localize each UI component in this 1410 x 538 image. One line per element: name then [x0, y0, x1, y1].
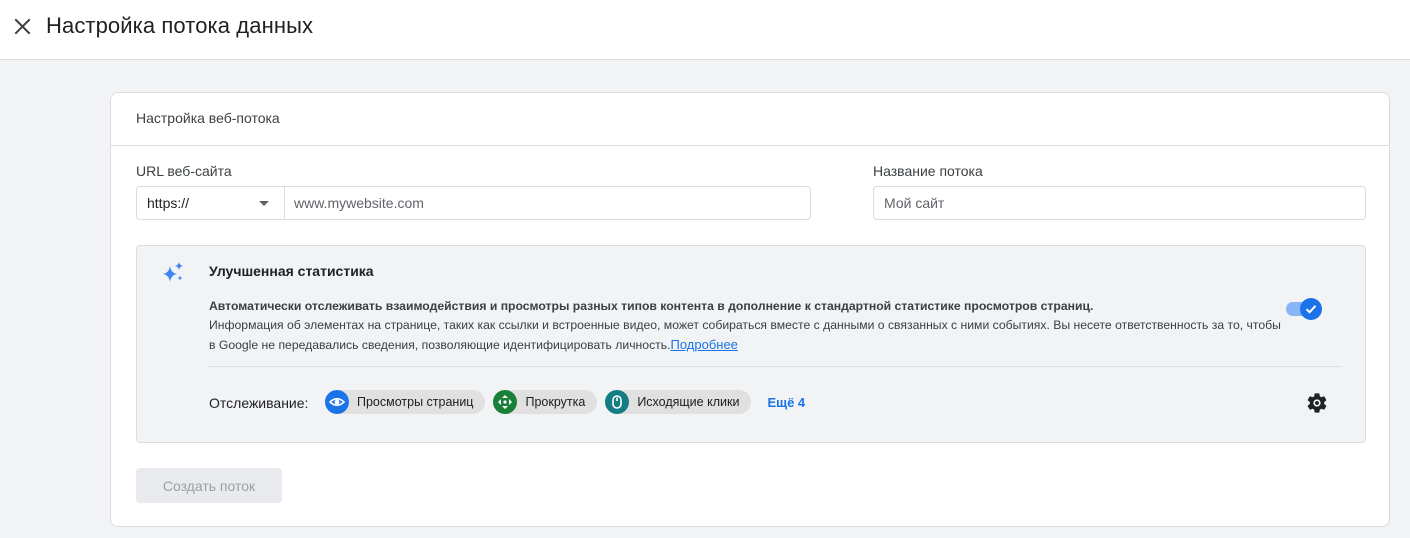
stream-name-input[interactable]: [873, 186, 1366, 220]
chevron-down-icon: [259, 201, 269, 206]
url-label: URL веб-сайта: [136, 163, 232, 179]
create-stream-button[interactable]: Создать поток: [136, 468, 282, 503]
enhanced-measurement-panel: Улучшенная статистика Автоматически отсл…: [136, 245, 1366, 443]
page-title: Настройка потока данных: [46, 13, 314, 38]
tracking-label: Отслеживание:: [209, 395, 309, 411]
url-field-group: https://: [136, 186, 811, 220]
protocol-value: https://: [147, 195, 190, 211]
mouse-icon: [605, 390, 630, 414]
top-bar: Настройка потока данных: [0, 0, 1410, 60]
url-input[interactable]: [285, 187, 810, 219]
enhanced-description-bold: Автоматически отслеживать взаимодействия…: [209, 299, 1094, 313]
enhanced-description-text: Информация об элементах на странице, так…: [209, 318, 1281, 352]
tracking-chips: Просмотры страниц Прокрутка Исходящие кл…: [325, 390, 805, 414]
sparkle-icon: [160, 260, 186, 286]
gear-icon[interactable]: [1305, 391, 1329, 415]
close-icon[interactable]: [10, 14, 36, 40]
scroll-arrows-icon: [493, 390, 518, 414]
chip-label: Прокрутка: [525, 395, 586, 409]
more-events-link[interactable]: Ещё 4: [767, 395, 805, 410]
checkmark-icon: [1300, 298, 1322, 320]
learn-more-link[interactable]: Подробнее: [670, 337, 737, 352]
eye-icon: [325, 390, 349, 414]
enhanced-description: Автоматически отслеживать взаимодействия…: [209, 297, 1284, 355]
enhanced-title: Улучшенная статистика: [209, 263, 374, 279]
chip-page-views[interactable]: Просмотры страниц: [325, 390, 486, 414]
card-title: Настройка веб-потока: [111, 93, 1389, 146]
enhanced-toggle[interactable]: [1284, 297, 1324, 321]
stream-name-label: Название потока: [873, 163, 983, 179]
chip-scroll[interactable]: Прокрутка: [493, 390, 598, 414]
chip-outbound-clicks[interactable]: Исходящие клики: [605, 390, 752, 414]
chip-label: Просмотры страниц: [357, 395, 474, 409]
web-stream-card: Настройка веб-потока URL веб-сайта https…: [110, 92, 1390, 527]
chip-label: Исходящие клики: [637, 395, 740, 409]
protocol-select[interactable]: https://: [137, 187, 285, 219]
divider: [209, 366, 1341, 367]
